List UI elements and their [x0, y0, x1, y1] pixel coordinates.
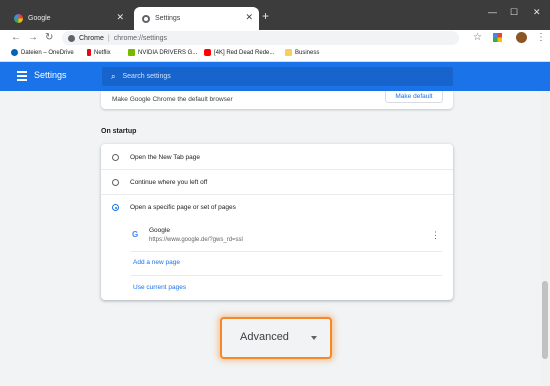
folder-icon [285, 49, 292, 56]
bookmark-label: Business [295, 49, 320, 56]
close-window-button[interactable]: ✕ [533, 7, 541, 18]
maximize-button[interactable]: ☐ [510, 7, 518, 18]
scrollbar-thumb[interactable] [542, 281, 548, 359]
avatar[interactable] [516, 32, 527, 43]
startup-card [101, 144, 453, 300]
bookmark-label: [4K] Red Dead Rede... [214, 49, 275, 56]
bookmark-nvidia[interactable]: NVIDIA DRIVERS G... [128, 49, 197, 56]
extension-icon[interactable] [493, 33, 502, 42]
divider [101, 169, 453, 170]
use-current-pages-link[interactable]: Use current pages [133, 284, 186, 291]
chevron-down-icon[interactable] [311, 336, 317, 340]
menu-icon[interactable]: ⋮ [536, 31, 546, 45]
radio-specific-pages[interactable] [112, 204, 119, 211]
divider: | [107, 34, 110, 42]
netflix-icon [87, 49, 91, 56]
new-tab-button[interactable]: + [262, 10, 269, 22]
close-tab-icon[interactable]: ✕ [116, 12, 124, 23]
forward-icon[interactable]: → [28, 31, 38, 45]
search-input[interactable]: ⌕ Search settings [102, 67, 453, 86]
youtube-icon [204, 49, 211, 56]
more-options-icon[interactable]: ⋮ [431, 231, 440, 240]
minimize-button[interactable]: — [488, 7, 497, 17]
bookmark-netflix[interactable]: Netflix [87, 49, 111, 56]
divider [101, 194, 453, 195]
chrome-icon [68, 34, 75, 42]
advanced-label[interactable]: Advanced [240, 331, 289, 343]
radio-continue[interactable] [112, 179, 119, 186]
tab-label: Settings [155, 15, 181, 22]
gear-icon [142, 14, 150, 23]
bookmark-label: Netflix [94, 49, 111, 56]
search-icon: ⌕ [111, 71, 116, 81]
star-icon[interactable]: ☆ [473, 31, 482, 45]
back-icon[interactable]: ← [11, 31, 21, 45]
page-title: Settings [34, 70, 67, 80]
bookmark-business[interactable]: Business [285, 49, 319, 56]
close-tab-icon[interactable]: ✕ [245, 12, 253, 23]
bookmarks-bar: Dateien – OneDrive Netflix NVIDIA DRIVER… [0, 47, 550, 62]
url-text: chrome://settings [113, 34, 168, 42]
section-title: On startup [101, 128, 137, 135]
option-label[interactable]: Open a specific page or set of pages [130, 204, 236, 211]
option-label[interactable]: Open the New Tab page [130, 154, 200, 161]
divider [130, 275, 442, 276]
bookmark-label: Dateien – OneDrive [21, 49, 74, 56]
google-favicon-icon: G [132, 230, 139, 239]
radio-new-tab[interactable] [112, 154, 119, 161]
make-default-button[interactable]: Make default [385, 91, 443, 103]
nvidia-icon [128, 49, 135, 56]
reload-icon[interactable]: ↻ [45, 31, 53, 45]
add-page-link[interactable]: Add a new page [133, 259, 180, 266]
divider [130, 251, 442, 252]
address-bar[interactable]: Chrome | chrome://settings [62, 31, 459, 45]
search-placeholder: Search settings [122, 73, 171, 80]
google-favicon-icon [14, 14, 23, 23]
page-url: https://www.google.de/?gws_rd=ssl [149, 237, 243, 243]
tab-settings[interactable]: Settings ✕ [134, 7, 259, 30]
default-browser-text: Make Google Chrome the default browser [112, 96, 233, 103]
option-label[interactable]: Continue where you left off [130, 179, 207, 186]
page-name: Google [149, 227, 170, 234]
cloud-icon [11, 49, 18, 56]
bookmark-onedrive[interactable]: Dateien – OneDrive [11, 49, 74, 56]
bookmark-label: NVIDIA DRIVERS G... [138, 49, 198, 56]
tab-google[interactable]: Google ✕ [6, 7, 130, 30]
tab-label: Google [28, 15, 51, 22]
bookmark-youtube[interactable]: [4K] Red Dead Rede... [204, 49, 274, 56]
site-name: Chrome [79, 34, 104, 42]
hamburger-menu-icon[interactable] [17, 71, 27, 81]
